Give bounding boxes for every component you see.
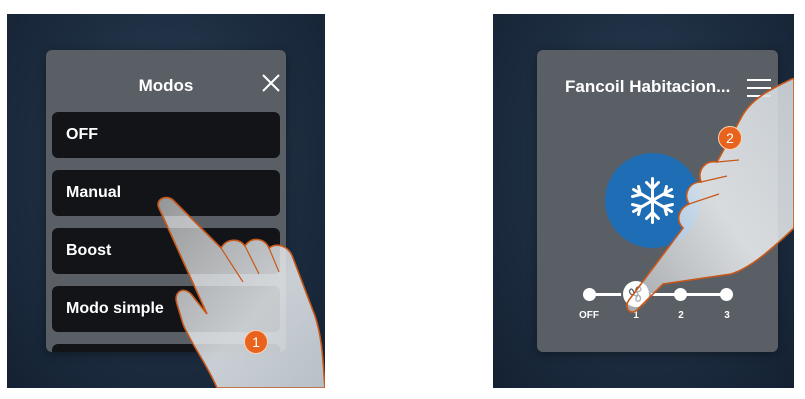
speed-step-off[interactable] [583, 288, 596, 301]
fan-speed-thumb[interactable] [623, 281, 649, 307]
fancoil-panel: Fancoil Habitacion... OFF 1 2 3 [537, 50, 778, 352]
close-icon[interactable] [260, 72, 282, 94]
mode-item-off[interactable]: OFF [52, 112, 280, 158]
step-1-badge: 1 [244, 330, 268, 354]
speed-label-off: OFF [579, 310, 599, 321]
left-screen: Modos OFF Manual Boost Modo simple 1 [7, 14, 325, 388]
speed-label-2: 2 [678, 310, 684, 321]
fan-speed-track [589, 293, 725, 296]
right-screen: Fancoil Habitacion... OFF 1 2 3 2 [493, 14, 794, 388]
step-2-badge: 2 [718, 126, 742, 150]
mode-item-modo-simple[interactable]: Modo simple [52, 286, 280, 332]
hamburger-menu-icon[interactable] [745, 76, 773, 100]
modes-panel: Modos OFF Manual Boost Modo simple [46, 50, 286, 352]
speed-label-3: 3 [724, 310, 730, 321]
cooling-mode-circle [605, 153, 700, 248]
fan-icon [628, 286, 642, 302]
fancoil-title: Fancoil Habitacion... [565, 77, 731, 96]
modes-title: Modos [138, 76, 194, 95]
speed-label-1: 1 [633, 310, 639, 321]
mode-item-manual[interactable]: Manual [52, 170, 280, 216]
snowflake-icon [631, 177, 674, 224]
speed-step-3[interactable] [720, 288, 733, 301]
mode-item-boost[interactable]: Boost [52, 228, 280, 274]
speed-step-2[interactable] [674, 288, 687, 301]
